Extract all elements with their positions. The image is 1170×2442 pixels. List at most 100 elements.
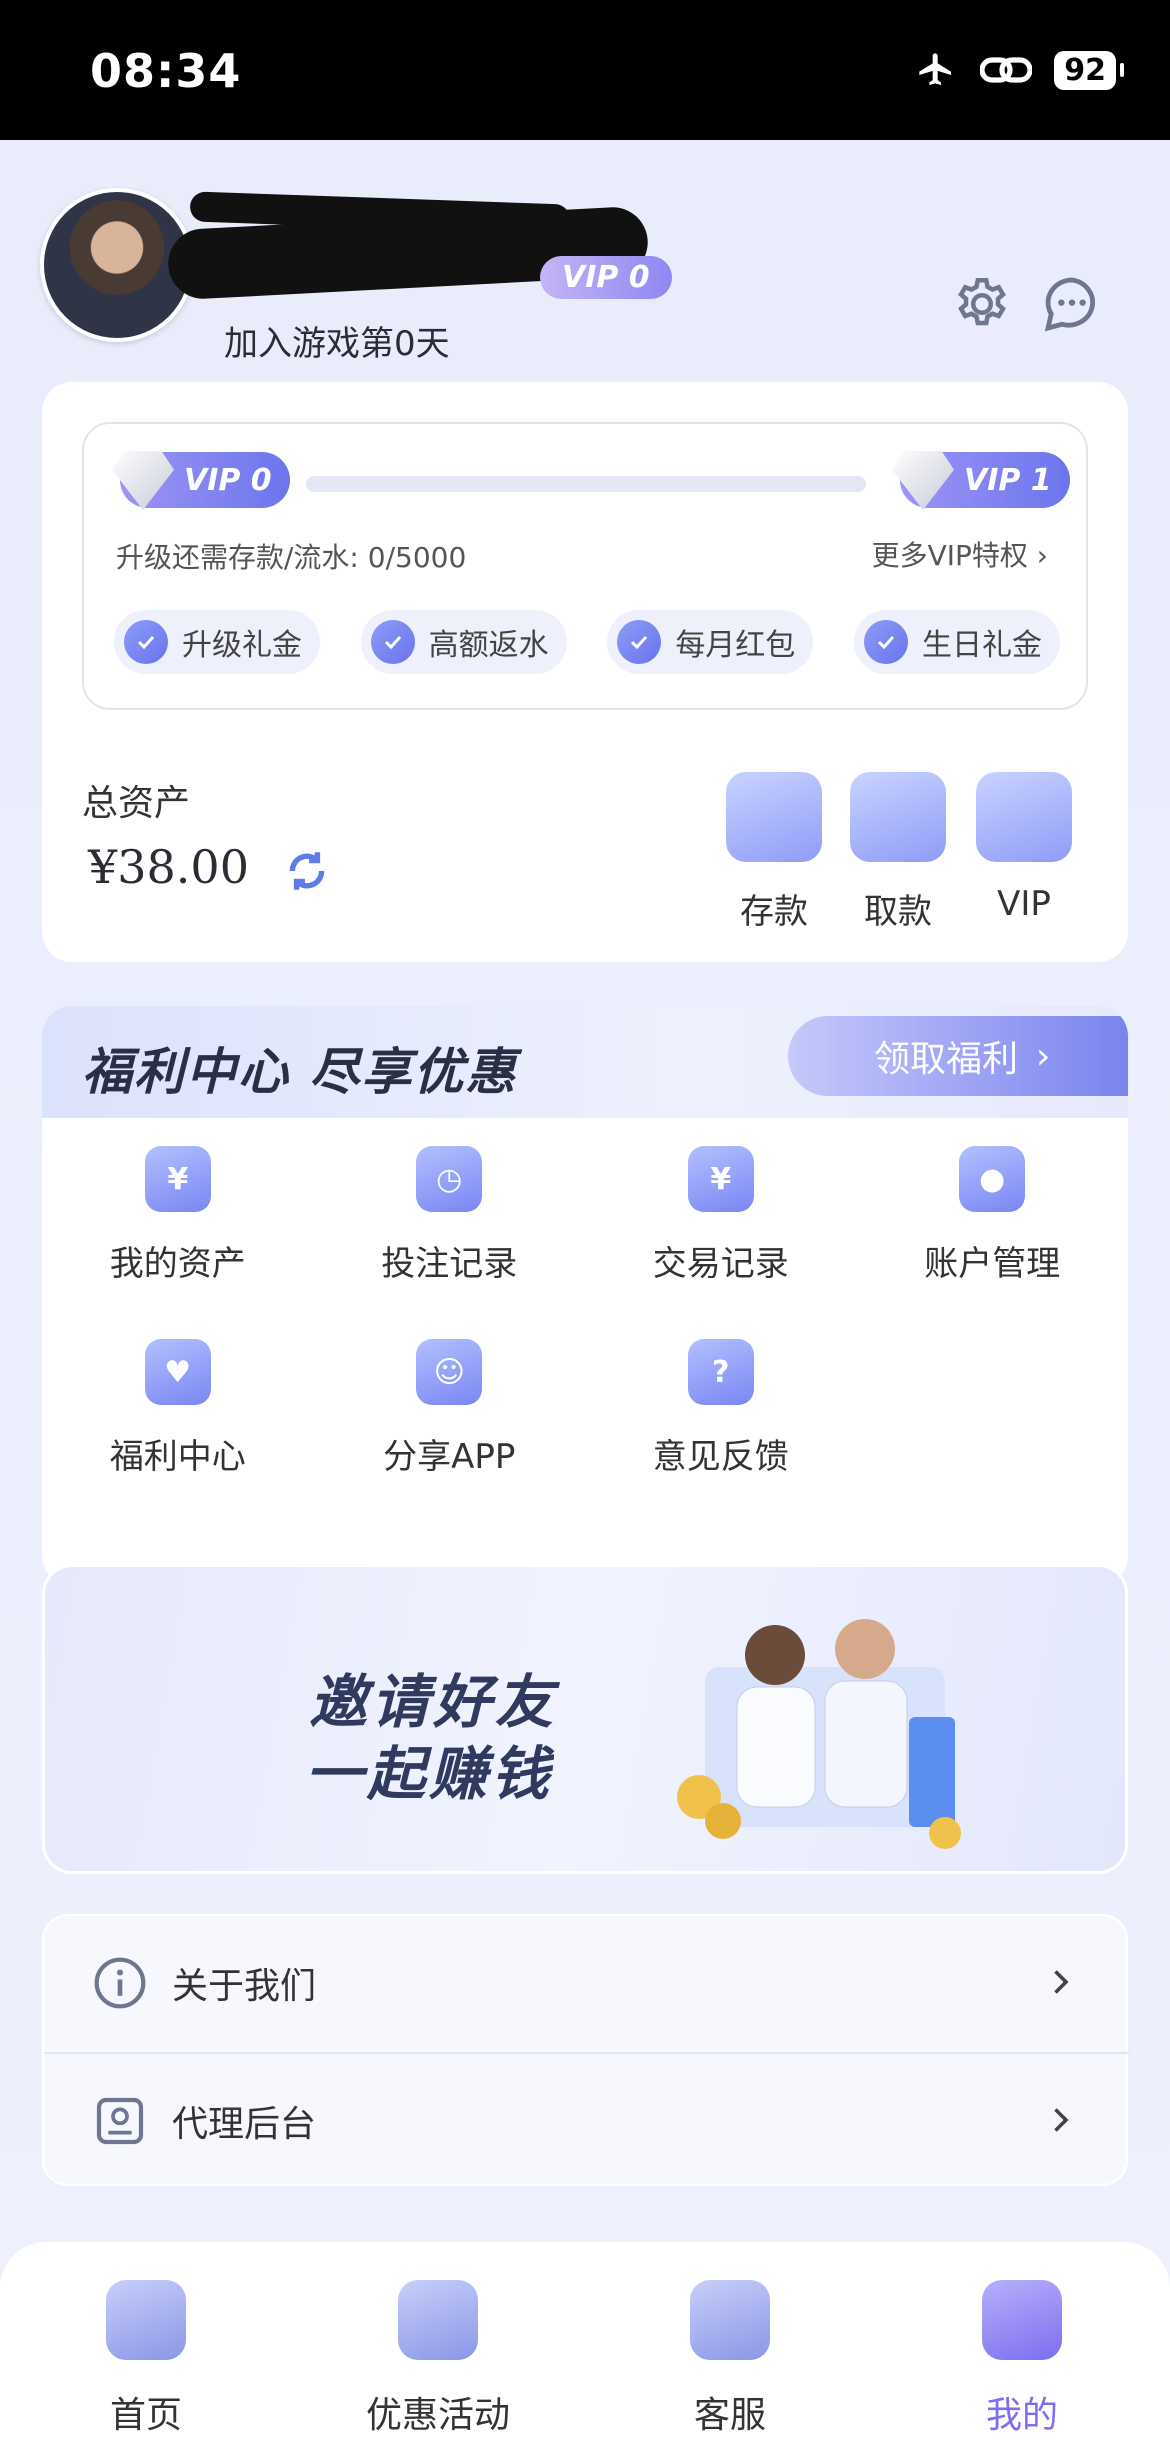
more-vip-label: 更多VIP特权: [871, 539, 1028, 572]
heart-gift-icon: ♥: [144, 1339, 211, 1405]
check-icon: [617, 620, 662, 664]
deposit-label: 存款: [740, 892, 808, 932]
grid-item-label: 交易记录: [652, 1244, 789, 1284]
benefit-label: 生日礼金: [921, 628, 1042, 663]
benefit-item: 每月红包: [607, 610, 814, 674]
vip-progress-bar: [306, 476, 866, 492]
tab-customer-service[interactable]: 客服: [630, 2280, 830, 2438]
grid-item-label: 账户管理: [924, 1244, 1061, 1284]
calendar-clock-icon: ◷: [416, 1146, 483, 1212]
benefit-item: 升级礼金: [114, 610, 320, 674]
menu-item-label: 关于我们: [172, 1966, 317, 2007]
headset-icon: [690, 2280, 770, 2360]
profile-page: VIP 0 加入游戏第0天 VIP 0 VIP 1 升级还需存款/流水: 0/5…: [0, 140, 1170, 2442]
tab-home[interactable]: 首页: [46, 2280, 246, 2438]
welfare-title: 福利中心 尽享优惠: [82, 1043, 518, 1101]
grid-item-bet-records[interactable]: ◷ 投注记录: [314, 1146, 586, 1285]
vip-crown-icon: [976, 772, 1072, 862]
claim-welfare-label: 领取福利: [874, 1039, 1019, 1080]
benefit-label: 每月红包: [675, 628, 796, 663]
chevron-right-icon: [1054, 1970, 1069, 1994]
claim-welfare-button[interactable]: 领取福利 ›: [788, 1016, 1128, 1096]
calendar-yen-icon: ¥: [687, 1146, 754, 1212]
grid-item-my-assets[interactable]: ¥ 我的资产: [42, 1146, 314, 1285]
vip-benefits: 升级礼金 高额返水 每月红包 生日礼金: [114, 610, 1060, 674]
current-vip-label: VIP 0: [184, 462, 272, 498]
chevron-right-icon: [1054, 2108, 1069, 2132]
grid-item-share-app[interactable]: ☺ 分享APP: [314, 1339, 586, 1478]
grid-item-label: 福利中心: [109, 1437, 246, 1477]
deposit-button[interactable]: 存款: [724, 772, 824, 933]
promo-ticket-icon: [398, 2280, 478, 2360]
refresh-button[interactable]: [282, 846, 332, 896]
benefit-label: 高额返水: [428, 628, 549, 663]
menu-item-about-us[interactable]: 关于我们: [44, 1916, 1130, 2050]
messages-button[interactable]: [1040, 272, 1104, 336]
grid-item-feedback[interactable]: ? 意见反馈: [585, 1339, 857, 1478]
total-assets-value: ¥38.00: [88, 840, 249, 894]
card-icon: [850, 772, 946, 862]
players-illustration: [677, 1619, 961, 1849]
vip-label: VIP: [997, 884, 1051, 924]
grid-item-label: 投注记录: [381, 1244, 518, 1284]
diamond-icon: [112, 451, 174, 510]
settings-button[interactable]: [950, 272, 1014, 336]
status-icons: 92: [914, 50, 1124, 90]
chevron-right-icon: ›: [1036, 539, 1048, 572]
tab-label: 优惠活动: [365, 2395, 510, 2436]
tab-promotions[interactable]: 优惠活动: [338, 2280, 538, 2438]
chat-bubble-icon: [1044, 277, 1095, 332]
invite-friends-banner[interactable]: 邀请好友 一起赚钱: [42, 1564, 1128, 1874]
gear-icon: [958, 278, 1006, 326]
link-icon: [980, 57, 1033, 83]
check-icon: [124, 620, 168, 664]
vip-requirement-text: 升级还需存款/流水: 0/5000: [116, 541, 467, 574]
chevron-right-icon: ›: [1036, 1035, 1051, 1077]
user-shield-icon: ●: [959, 1146, 1026, 1212]
profile-header: VIP 0 加入游戏第0天: [40, 188, 1130, 364]
agent-dashboard-icon: [96, 2097, 144, 2145]
settings-menu: 关于我们 代理后台: [42, 1914, 1130, 2188]
withdraw-button[interactable]: 取款: [848, 772, 948, 933]
menu-item-agent-backend[interactable]: 代理后台: [44, 2054, 1130, 2188]
user-icon: [982, 2280, 1062, 2360]
refresh-icon: [289, 852, 325, 890]
welfare-banner: 福利中心 尽享优惠 领取福利 ›: [42, 1006, 1128, 1118]
battery-indicator: 92: [1054, 50, 1124, 90]
next-vip-label: VIP 1: [964, 462, 1052, 498]
benefit-item: 高额返水: [360, 610, 567, 674]
grid-item-transactions[interactable]: ¥ 交易记录: [585, 1146, 857, 1285]
money-bag-icon: ¥: [144, 1146, 211, 1212]
grid-item-label: 我的资产: [109, 1244, 246, 1284]
promo-line2: 一起赚钱: [305, 1740, 554, 1808]
vip-assets-card: VIP 0 VIP 1 升级还需存款/流水: 0/5000 更多VIP特权 › …: [42, 382, 1128, 962]
welfare-grid: ¥ 我的资产 ◷ 投注记录 ¥ 交易记录 ● 账户管理 ♥ 福利中心 ☺ 分享APP ? 意见…: [42, 1146, 1128, 1478]
status-bar: 08:34 92: [0, 0, 1170, 140]
withdraw-label: 取款: [864, 892, 932, 932]
total-assets-label: 总资产: [82, 783, 191, 824]
more-vip-link[interactable]: 更多VIP特权 ›: [872, 534, 1048, 574]
next-vip-badge: VIP 1: [892, 451, 1070, 510]
grid-item-welfare[interactable]: ♥ 福利中心: [42, 1339, 314, 1478]
menu-item-label: 代理后台: [172, 2104, 317, 2145]
benefit-label: 升级礼金: [182, 628, 302, 663]
grid-item-label: 分享APP: [383, 1437, 516, 1477]
share-user-icon: ☺: [416, 1339, 483, 1405]
grid-item-account[interactable]: ● 账户管理: [857, 1146, 1129, 1285]
check-icon: [863, 620, 908, 664]
status-time: 08:34: [90, 44, 242, 98]
info-icon: [94, 1957, 146, 2009]
welfare-center-card: 福利中心 尽享优惠 领取福利 › ¥ 我的资产 ◷ 投注记录 ¥ 交易记录 ● 账户管理 …: [42, 1006, 1128, 1586]
wallet-icon: [726, 772, 822, 862]
grid-item-label: 意见反馈: [652, 1437, 789, 1477]
tab-label: 客服: [693, 2395, 766, 2436]
tab-label: 我的: [985, 2395, 1058, 2436]
tab-label: 首页: [109, 2395, 182, 2436]
home-icon: [106, 2280, 186, 2360]
benefit-item: 生日礼金: [853, 610, 1060, 674]
vip-button[interactable]: VIP: [974, 772, 1074, 924]
question-icon: ?: [687, 1339, 754, 1405]
current-vip-badge: VIP 0: [112, 451, 290, 510]
tab-mine[interactable]: 我的: [922, 2280, 1122, 2438]
vip-progress-box: VIP 0 VIP 1 升级还需存款/流水: 0/5000 更多VIP特权 › …: [82, 422, 1088, 710]
